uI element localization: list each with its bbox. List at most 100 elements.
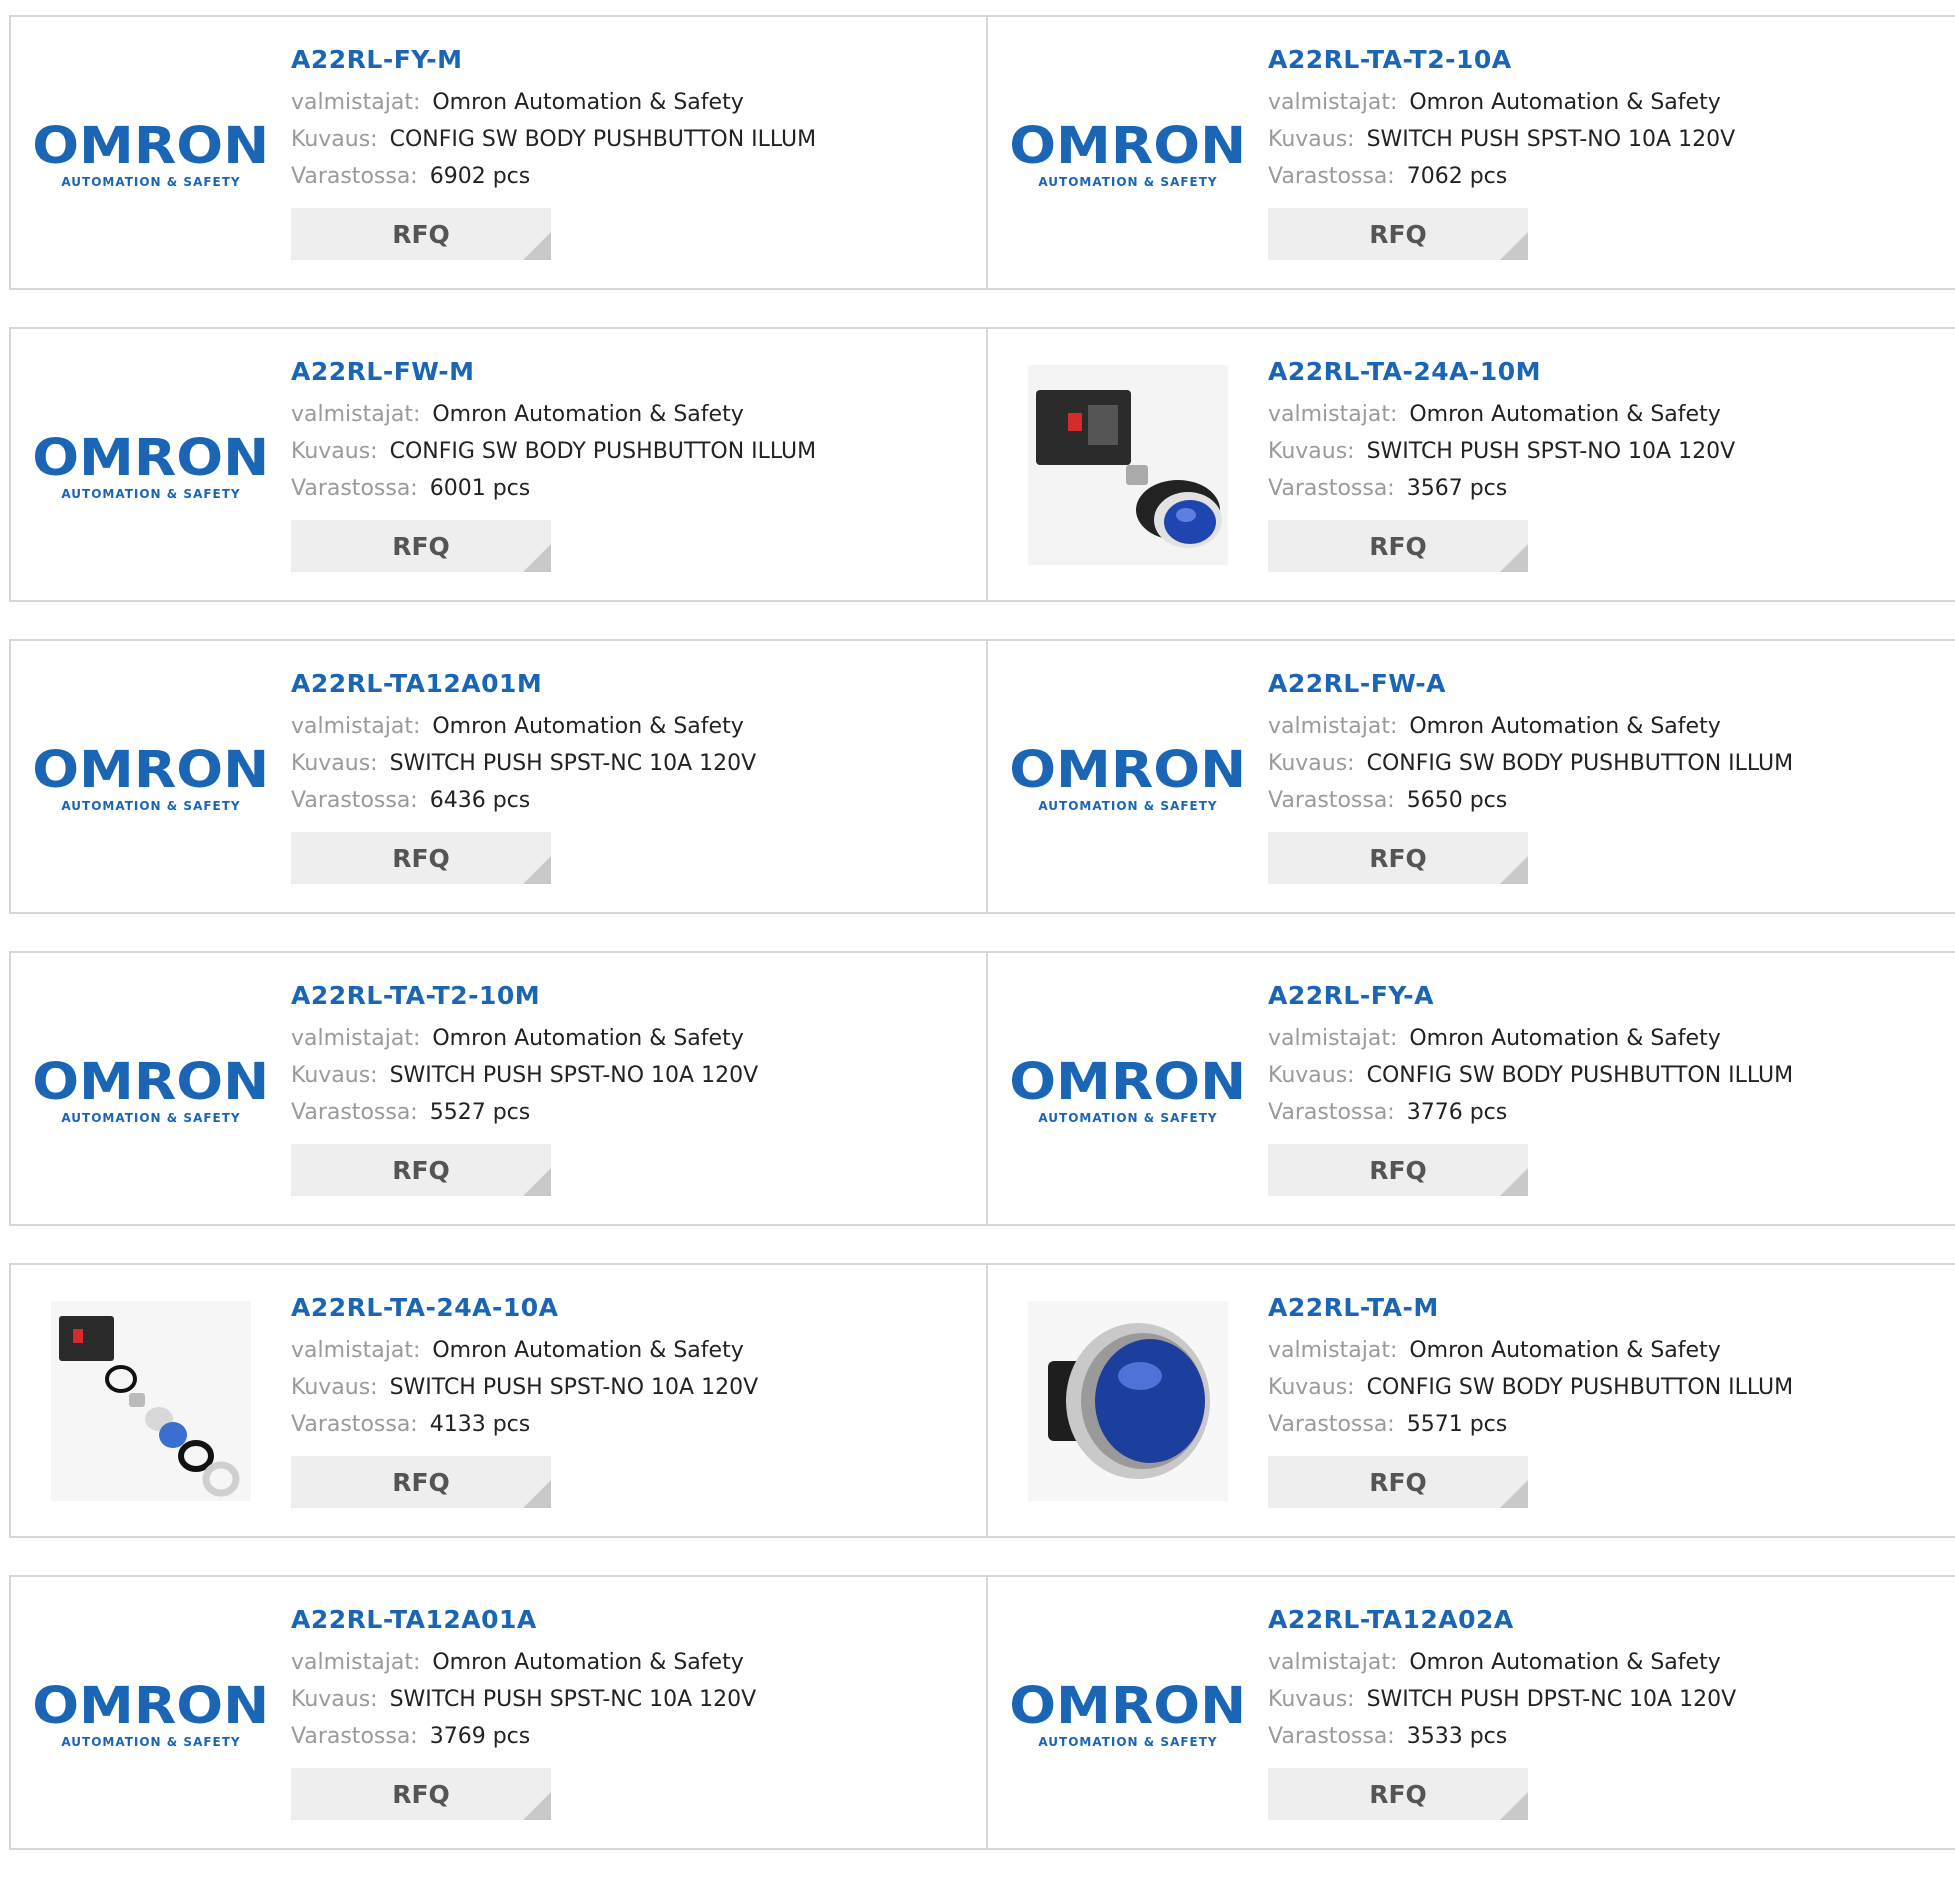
- rfq-label: RFQ: [392, 1155, 450, 1185]
- stock-row: Varastossa: 4133 pcs: [291, 1406, 758, 1443]
- product-info: A22RL-FW-M valmistajat: Omron Automation …: [291, 359, 816, 572]
- description-value: CONFIG SW BODY PUSHBUTTON ILLUM: [1366, 751, 1794, 776]
- rfq-button[interactable]: RFQ: [291, 1768, 551, 1820]
- product-image[interactable]: OMRON AUTOMATION & SAFETY: [32, 1615, 270, 1815]
- description-row: Kuvaus: SWITCH PUSH SPST-NC 10A 120V: [291, 1681, 756, 1718]
- rfq-label: RFQ: [1369, 1467, 1427, 1497]
- product-image[interactable]: [51, 1301, 251, 1505]
- rfq-button[interactable]: RFQ: [1268, 520, 1528, 572]
- corner-triangle-icon: [1500, 856, 1528, 884]
- omron-logo-icon: OMRON AUTOMATION & SAFETY: [1009, 1053, 1247, 1125]
- stock-row: Varastossa: 6902 pcs: [291, 158, 816, 195]
- rfq-button[interactable]: RFQ: [291, 1144, 551, 1196]
- part-number-link[interactable]: A22RL-FY-M: [291, 47, 816, 72]
- description-row: Kuvaus: CONFIG SW BODY PUSHBUTTON ILLUM: [1268, 1369, 1793, 1406]
- omron-logo-icon: OMRON AUTOMATION & SAFETY: [32, 1677, 270, 1749]
- description-value: SWITCH PUSH SPST-NC 10A 120V: [389, 1687, 757, 1712]
- stock-value: 6902 pcs: [429, 164, 531, 189]
- rfq-label: RFQ: [1369, 1155, 1427, 1185]
- rfq-button[interactable]: RFQ: [291, 1456, 551, 1508]
- rfq-button[interactable]: RFQ: [291, 208, 551, 260]
- rfq-button[interactable]: RFQ: [1268, 1768, 1528, 1820]
- manufacturer-row: valmistajat: Omron Automation & Safety: [1268, 396, 1735, 433]
- product-card: OMRON AUTOMATION & SAFETY A22RL-FY-A valm…: [988, 953, 1955, 1224]
- description-row: Kuvaus: SWITCH PUSH SPST-NO 10A 120V: [291, 1057, 758, 1094]
- manufacturer-row: valmistajat: Omron Automation & Safety: [291, 84, 816, 121]
- product-card: OMRON AUTOMATION & SAFETY A22RL-TA-T2-10M…: [11, 953, 988, 1224]
- description-label: Kuvaus:: [1268, 751, 1355, 776]
- manufacturer-label: valmistajat:: [1268, 1338, 1398, 1363]
- stock-value: 5650 pcs: [1406, 788, 1508, 813]
- stock-label: Varastossa:: [291, 476, 418, 501]
- part-number-link[interactable]: A22RL-FW-M: [291, 359, 816, 384]
- corner-triangle-icon: [1500, 1168, 1528, 1196]
- product-info: A22RL-TA12A01M valmistajat: Omron Automat…: [291, 671, 756, 884]
- stock-label: Varastossa:: [291, 1100, 418, 1125]
- product-image[interactable]: OMRON AUTOMATION & SAFETY: [1009, 991, 1247, 1191]
- manufacturer-row: valmistajat: Omron Automation & Safety: [1268, 84, 1735, 121]
- pushbutton-exploded-photo-icon: [51, 1301, 251, 1505]
- stock-value: 6001 pcs: [429, 476, 531, 501]
- rfq-button[interactable]: RFQ: [1268, 1144, 1528, 1196]
- part-number-link[interactable]: A22RL-TA-24A-10M: [1268, 359, 1735, 384]
- product-image[interactable]: OMRON AUTOMATION & SAFETY: [33, 367, 270, 567]
- omron-logo-icon: OMRON AUTOMATION & SAFETY: [1009, 117, 1247, 189]
- stock-value: 4133 pcs: [429, 1412, 531, 1437]
- product-image[interactable]: OMRON AUTOMATION & SAFETY: [1010, 679, 1247, 879]
- description-label: Kuvaus:: [291, 1375, 378, 1400]
- product-card: OMRON AUTOMATION & SAFETY A22RL-FW-M valm…: [11, 329, 988, 600]
- blue-pushbutton-photo-icon: [1028, 1301, 1228, 1505]
- corner-triangle-icon: [523, 1168, 551, 1196]
- manufacturer-row: valmistajat: Omron Automation & Safety: [291, 1644, 756, 1681]
- part-number-link[interactable]: A22RL-TA-T2-10M: [291, 983, 758, 1008]
- description-value: SWITCH PUSH SPST-NC 10A 120V: [389, 751, 757, 776]
- manufacturer-value: Omron Automation & Safety: [432, 402, 744, 427]
- part-number-link[interactable]: A22RL-TA-T2-10A: [1268, 47, 1735, 72]
- rfq-label: RFQ: [1369, 531, 1427, 561]
- stock-value: 7062 pcs: [1406, 164, 1508, 189]
- rfq-button[interactable]: RFQ: [1268, 1456, 1528, 1508]
- rfq-button[interactable]: RFQ: [1268, 832, 1528, 884]
- part-number-link[interactable]: A22RL-TA12A02A: [1268, 1607, 1736, 1632]
- stock-label: Varastossa:: [1268, 1724, 1395, 1749]
- manufacturer-row: valmistajat: Omron Automation & Safety: [1268, 1332, 1793, 1369]
- rfq-label: RFQ: [1369, 219, 1427, 249]
- product-image[interactable]: OMRON AUTOMATION & SAFETY: [33, 991, 270, 1191]
- omron-logo-icon: OMRON AUTOMATION & SAFETY: [32, 117, 270, 189]
- rfq-button[interactable]: RFQ: [291, 520, 551, 572]
- stock-value: 5571 pcs: [1406, 1412, 1508, 1437]
- product-image[interactable]: OMRON AUTOMATION & SAFETY: [1010, 1615, 1247, 1815]
- manufacturer-row: valmistajat: Omron Automation & Safety: [291, 1332, 758, 1369]
- product-image[interactable]: [1028, 365, 1228, 567]
- product-info: A22RL-TA-24A-10A valmistajat: Omron Autom…: [291, 1295, 758, 1508]
- manufacturer-value: Omron Automation & Safety: [432, 1026, 744, 1051]
- product-image[interactable]: [1028, 1301, 1228, 1505]
- description-value: CONFIG SW BODY PUSHBUTTON ILLUM: [1366, 1375, 1794, 1400]
- manufacturer-value: Omron Automation & Safety: [432, 714, 744, 739]
- part-number-link[interactable]: A22RL-TA-24A-10A: [291, 1295, 758, 1320]
- stock-label: Varastossa:: [1268, 1412, 1395, 1437]
- stock-row: Varastossa: 3776 pcs: [1268, 1094, 1793, 1131]
- manufacturer-label: valmistajat:: [291, 1338, 421, 1363]
- stock-row: Varastossa: 5571 pcs: [1268, 1406, 1793, 1443]
- product-row: A22RL-TA-24A-10A valmistajat: Omron Autom…: [9, 1263, 1955, 1538]
- manufacturer-value: Omron Automation & Safety: [1409, 1026, 1721, 1051]
- part-number-link[interactable]: A22RL-TA-M: [1268, 1295, 1793, 1320]
- description-label: Kuvaus:: [1268, 127, 1355, 152]
- stock-row: Varastossa: 7062 pcs: [1268, 158, 1735, 195]
- part-number-link[interactable]: A22RL-TA12A01M: [291, 671, 756, 696]
- product-row: OMRON AUTOMATION & SAFETY A22RL-FW-M valm…: [9, 327, 1955, 602]
- manufacturer-row: valmistajat: Omron Automation & Safety: [291, 396, 816, 433]
- product-info: A22RL-FY-A valmistajat: Omron Automation …: [1268, 983, 1793, 1196]
- product-image[interactable]: OMRON AUTOMATION & SAFETY: [1009, 55, 1247, 255]
- product-grid: OMRON AUTOMATION & SAFETY A22RL-FY-M valm…: [9, 15, 1955, 1887]
- product-row: OMRON AUTOMATION & SAFETY A22RL-TA12A01A …: [9, 1575, 1955, 1850]
- manufacturer-value: Omron Automation & Safety: [1409, 402, 1721, 427]
- rfq-button[interactable]: RFQ: [1268, 208, 1528, 260]
- part-number-link[interactable]: A22RL-FY-A: [1268, 983, 1793, 1008]
- product-image[interactable]: OMRON AUTOMATION & SAFETY: [32, 55, 270, 255]
- part-number-link[interactable]: A22RL-TA12A01A: [291, 1607, 756, 1632]
- rfq-button[interactable]: RFQ: [291, 832, 551, 884]
- part-number-link[interactable]: A22RL-FW-A: [1268, 671, 1793, 696]
- product-image[interactable]: OMRON AUTOMATION & SAFETY: [33, 679, 270, 879]
